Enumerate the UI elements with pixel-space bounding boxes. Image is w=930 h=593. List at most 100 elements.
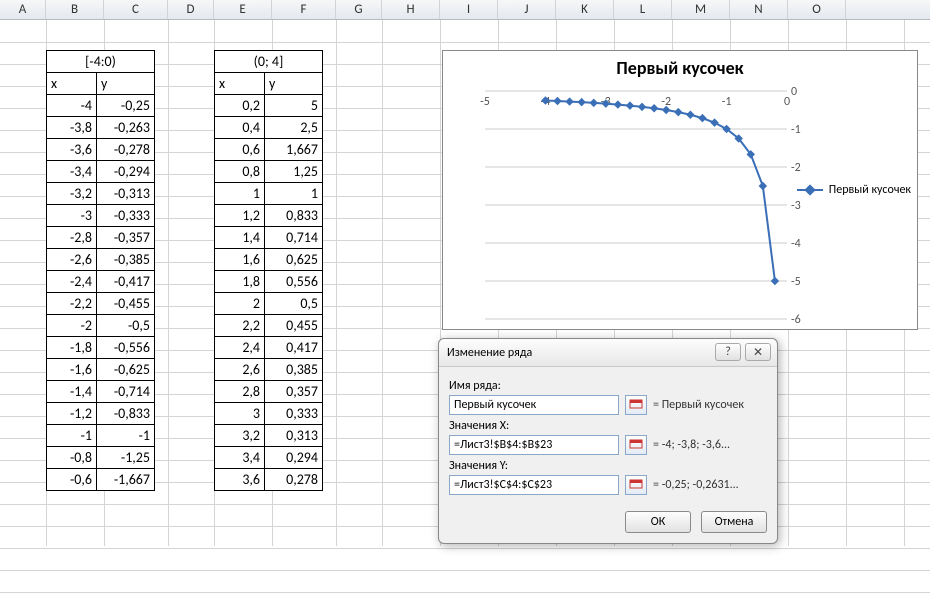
column-header-O[interactable]: O (788, 0, 846, 19)
cell-x[interactable]: 0,8 (215, 161, 265, 183)
cell-x[interactable]: -1,4 (47, 381, 97, 403)
cell-y[interactable]: 0,385 (265, 359, 323, 381)
cell-y[interactable]: -1,667 (97, 469, 155, 491)
cell-x[interactable]: 0,6 (215, 139, 265, 161)
range-selector-button[interactable] (625, 475, 647, 495)
cell-x[interactable]: -3,2 (47, 183, 97, 205)
cell-y[interactable]: -0,625 (97, 359, 155, 381)
cell-y[interactable]: -0,25 (97, 95, 155, 117)
cell-x[interactable]: -1,8 (47, 337, 97, 359)
cell-y[interactable]: 1 (265, 183, 323, 205)
cell-x[interactable]: -2,4 (47, 271, 97, 293)
cell-x[interactable]: 1,4 (215, 227, 265, 249)
cancel-button[interactable]: Отмена (701, 511, 767, 533)
cell-x[interactable]: -2,8 (47, 227, 97, 249)
cell-x[interactable]: 2 (215, 293, 265, 315)
dialog-help-button[interactable]: ? (715, 343, 741, 361)
cell-y[interactable]: -0,833 (97, 403, 155, 425)
cell-x[interactable]: -0,6 (47, 469, 97, 491)
chart[interactable]: Первый кусочек 0-1-2-3-4-5-6-5-4-3-2-10 … (442, 50, 918, 330)
cell-x[interactable]: -3,6 (47, 139, 97, 161)
cell-y[interactable]: 0,833 (265, 205, 323, 227)
cell-x[interactable]: 0,4 (215, 117, 265, 139)
cell-x[interactable]: 3 (215, 403, 265, 425)
cell-x[interactable]: 3,6 (215, 469, 265, 491)
cell-x[interactable]: 3,4 (215, 447, 265, 469)
cell-x[interactable]: 1,2 (215, 205, 265, 227)
cell-x[interactable]: -1,2 (47, 403, 97, 425)
cell-y[interactable]: 0,313 (265, 425, 323, 447)
column-header-E[interactable]: E (214, 0, 272, 19)
cell-y[interactable]: -0,714 (97, 381, 155, 403)
cell-y[interactable]: -0,455 (97, 293, 155, 315)
cell-x[interactable]: -4 (47, 95, 97, 117)
cell-x[interactable]: -3,8 (47, 117, 97, 139)
column-header-F[interactable]: F (272, 0, 336, 19)
cell-y[interactable]: 0,455 (265, 315, 323, 337)
column-header-B[interactable]: B (46, 0, 104, 19)
table-row: -3-0,333 (47, 205, 155, 227)
cell-y[interactable]: 0,417 (265, 337, 323, 359)
range-selector-button[interactable] (625, 435, 647, 455)
cell-y[interactable]: 0,625 (265, 249, 323, 271)
ok-button[interactable]: ОК (625, 511, 691, 533)
cell-x[interactable]: -2,2 (47, 293, 97, 315)
column-header-C[interactable]: C (104, 0, 168, 19)
cell-y[interactable]: 0,556 (265, 271, 323, 293)
cell-y[interactable]: -0,5 (97, 315, 155, 337)
cell-y[interactable]: 0,5 (265, 293, 323, 315)
x-values-input[interactable] (449, 435, 619, 455)
cell-x[interactable]: 2,4 (215, 337, 265, 359)
column-header-K[interactable]: K (556, 0, 614, 19)
cell-x[interactable]: 1 (215, 183, 265, 205)
cell-x[interactable]: -1 (47, 425, 97, 447)
cell-y[interactable]: -0,556 (97, 337, 155, 359)
cell-x[interactable]: -1,6 (47, 359, 97, 381)
cell-x[interactable]: -3 (47, 205, 97, 227)
range-selector-button[interactable] (625, 395, 647, 415)
cell-y[interactable]: -0,333 (97, 205, 155, 227)
cell-y[interactable]: 1,667 (265, 139, 323, 161)
cell-x[interactable]: 1,8 (215, 271, 265, 293)
column-header-I[interactable]: I (440, 0, 498, 19)
column-header-G[interactable]: G (336, 0, 382, 19)
cell-y[interactable]: 1,25 (265, 161, 323, 183)
cell-y[interactable]: 5 (265, 95, 323, 117)
cell-y[interactable]: 0,357 (265, 381, 323, 403)
column-header-A[interactable]: A (0, 0, 46, 19)
cell-y[interactable]: -0,263 (97, 117, 155, 139)
cell-y[interactable]: -1 (97, 425, 155, 447)
cell-x[interactable]: -0,8 (47, 447, 97, 469)
cell-x[interactable]: 1,6 (215, 249, 265, 271)
dialog-close-button[interactable]: ✕ (745, 343, 771, 361)
column-header-L[interactable]: L (614, 0, 672, 19)
column-header-J[interactable]: J (498, 0, 556, 19)
cell-y[interactable]: 0,714 (265, 227, 323, 249)
cell-y[interactable]: -1,25 (97, 447, 155, 469)
cell-y[interactable]: 2,5 (265, 117, 323, 139)
cell-y[interactable]: -0,278 (97, 139, 155, 161)
cell-y[interactable]: -0,385 (97, 249, 155, 271)
cell-y[interactable]: 0,278 (265, 469, 323, 491)
cell-y[interactable]: 0,294 (265, 447, 323, 469)
series-name-input[interactable] (449, 395, 619, 415)
cell-y[interactable]: -0,313 (97, 183, 155, 205)
column-header-H[interactable]: H (382, 0, 440, 19)
cell-x[interactable]: 2,6 (215, 359, 265, 381)
cell-x[interactable]: -3,4 (47, 161, 97, 183)
cell-y[interactable]: -0,417 (97, 271, 155, 293)
cell-x[interactable]: -2 (47, 315, 97, 337)
cell-y[interactable]: -0,357 (97, 227, 155, 249)
column-header-M[interactable]: M (672, 0, 730, 19)
cell-x[interactable]: 3,2 (215, 425, 265, 447)
column-header-N[interactable]: N (730, 0, 788, 19)
cell-x[interactable]: 2,2 (215, 315, 265, 337)
cell-x[interactable]: -2,6 (47, 249, 97, 271)
cell-x[interactable]: 2,8 (215, 381, 265, 403)
cell-x[interactable]: 0,2 (215, 95, 265, 117)
column-header-D[interactable]: D (168, 0, 214, 19)
dialog-titlebar[interactable]: Изменение ряда ? ✕ (439, 339, 777, 367)
y-values-input[interactable] (449, 475, 619, 495)
cell-y[interactable]: -0,294 (97, 161, 155, 183)
cell-y[interactable]: 0,333 (265, 403, 323, 425)
